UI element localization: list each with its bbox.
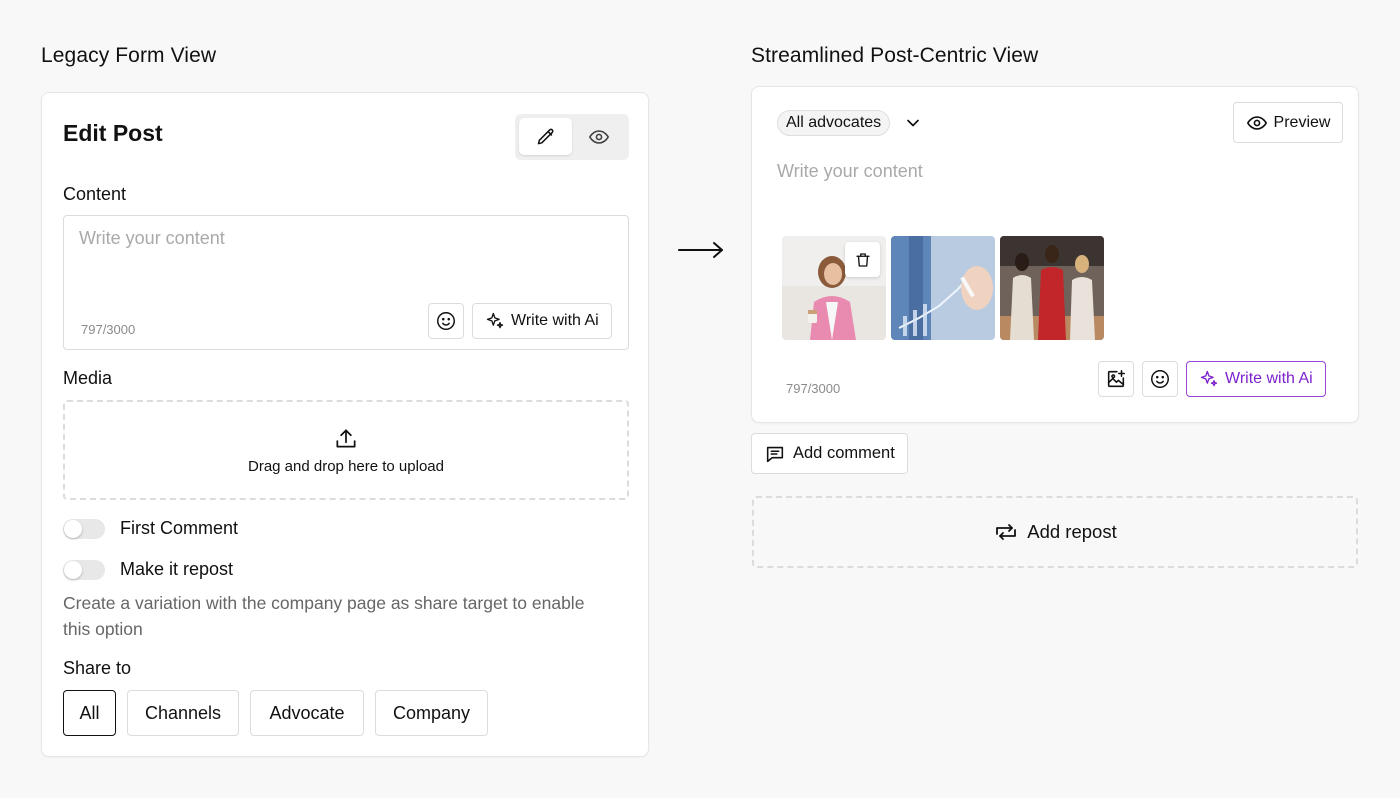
first-comment-label: First Comment	[120, 518, 239, 538]
content-label: Content	[63, 184, 127, 204]
media-label: Media	[63, 368, 113, 388]
sparkle-icon	[1200, 370, 1218, 387]
legacy-edit-card: Edit Post Content Write your content 797…	[41, 92, 649, 757]
repost-help-text: Create a variation with the company page…	[63, 593, 585, 639]
add-comment-label: Add comment	[793, 444, 895, 462]
legacy-section-title: Legacy Form View	[41, 44, 217, 67]
preview-label: Preview	[1273, 113, 1331, 131]
content-input[interactable]: Write your content	[777, 161, 923, 182]
add-repost-label: Add repost	[1027, 521, 1117, 542]
sparkle-icon	[486, 312, 504, 329]
write-with-ai-button[interactable]: Write with Ai	[472, 303, 612, 339]
trash-icon	[855, 252, 870, 267]
write-with-ai-button[interactable]: Write with Ai	[1186, 361, 1326, 397]
share-to-label: Share to	[63, 658, 132, 678]
add-image-button[interactable]	[1098, 361, 1134, 397]
edit-post-title: Edit Post	[63, 120, 163, 146]
image-add-icon	[1107, 369, 1126, 388]
preview-button[interactable]: Preview	[1233, 102, 1343, 143]
share-option-all[interactable]: All	[63, 690, 116, 736]
audience-dropdown-button[interactable]	[903, 113, 923, 138]
pencil-icon	[537, 128, 553, 144]
write-with-ai-label: Write with Ai	[511, 312, 599, 329]
edit-preview-toggle	[515, 114, 629, 160]
media-dropzone[interactable]: Drag and drop here to upload	[63, 400, 629, 500]
chevron-down-icon	[907, 119, 919, 127]
share-option-company[interactable]: Company	[375, 690, 488, 736]
delete-media-button[interactable]	[845, 242, 880, 277]
character-counter: 797/3000	[786, 381, 841, 396]
upload-icon	[336, 428, 356, 447]
emoji-button[interactable]	[1142, 361, 1178, 397]
preview-mode-button[interactable]	[572, 118, 625, 155]
add-repost-zone[interactable]: Add repost	[752, 496, 1358, 568]
smiley-icon	[437, 312, 455, 330]
hand-drawing-chart-photo	[891, 236, 995, 340]
edit-mode-button[interactable]	[519, 118, 572, 155]
media-thumbnail[interactable]	[782, 236, 886, 340]
write-with-ai-label: Write with Ai	[1225, 370, 1313, 387]
make-repost-toggle[interactable]	[63, 560, 105, 580]
eye-icon	[588, 129, 609, 144]
emoji-button[interactable]	[428, 303, 464, 339]
share-option-channels[interactable]: Channels	[127, 690, 239, 736]
streamlined-post-card: All advocates Preview Write your content	[751, 86, 1359, 423]
make-repost-label: Make it repost	[120, 559, 234, 579]
content-placeholder: Write your content	[79, 228, 225, 248]
first-comment-toggle[interactable]	[63, 519, 105, 539]
smiley-icon	[1151, 370, 1169, 388]
media-thumbnail[interactable]	[891, 236, 995, 340]
audience-label: All advocates	[786, 114, 882, 131]
audience-selector[interactable]: All advocates	[777, 110, 891, 136]
eye-icon	[1246, 115, 1267, 130]
streamlined-section-title: Streamlined Post-Centric View	[751, 44, 1039, 67]
add-comment-button[interactable]: Add comment	[751, 433, 908, 474]
media-thumbnail[interactable]	[1000, 236, 1104, 340]
content-textarea[interactable]: Write your content 797/3000 Write with A…	[63, 215, 629, 350]
character-counter: 797/3000	[81, 322, 136, 337]
dropzone-text: Drag and drop here to upload	[248, 457, 444, 475]
share-option-advocate[interactable]: Advocate	[250, 690, 364, 736]
repost-icon	[996, 524, 1017, 540]
arrow-right-icon	[678, 242, 723, 258]
women-walking-office-photo	[1000, 236, 1104, 340]
comment-icon	[766, 446, 784, 462]
